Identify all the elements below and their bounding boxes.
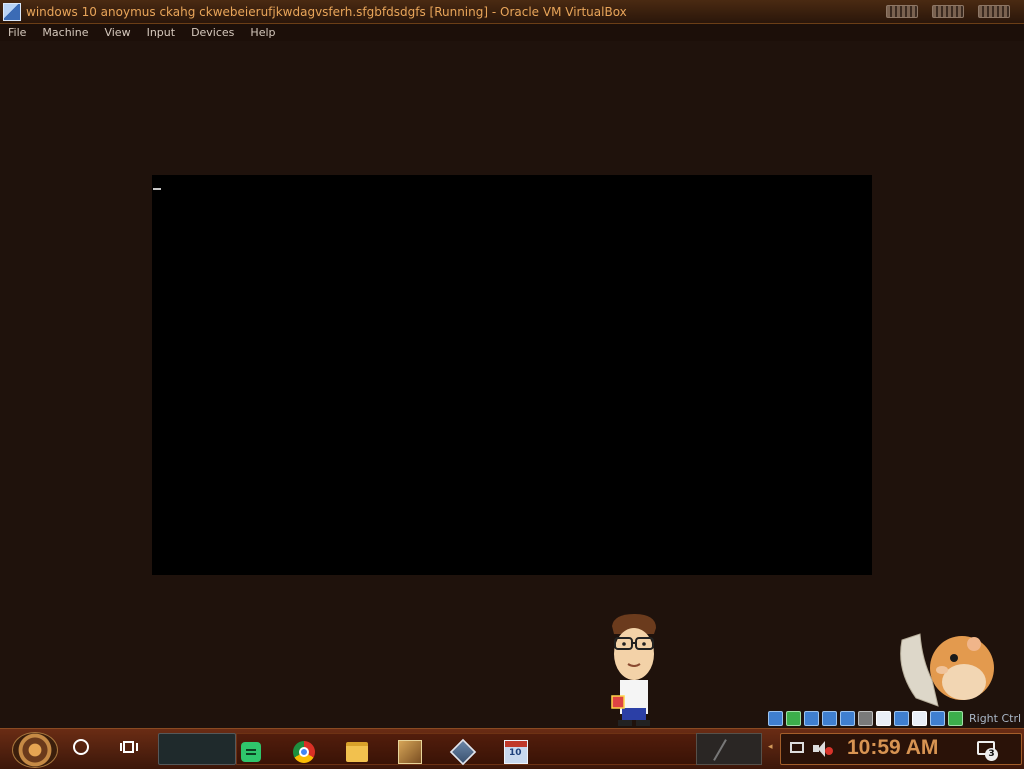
menu-view[interactable]: View (96, 26, 138, 39)
close-button[interactable] (978, 5, 1010, 18)
network-adapter-icon[interactable] (822, 710, 837, 726)
window-controls (886, 5, 1010, 18)
usb-icon[interactable] (840, 710, 855, 726)
taskbar-empty-slot (158, 733, 236, 765)
file-explorer-icon[interactable] (345, 740, 369, 764)
cartoon-man-mascot (611, 614, 656, 726)
hamster-mascot (900, 633, 994, 707)
taskbar-clock[interactable]: 10:59 AM (847, 736, 938, 760)
keyboard-capture-icon[interactable] (948, 710, 963, 726)
menu-file[interactable]: File (0, 26, 34, 39)
menu-machine[interactable]: Machine (34, 26, 96, 39)
virtualization-icon[interactable] (912, 710, 927, 726)
hard-disk-icon[interactable] (768, 710, 783, 726)
taskbar: ◂ 10:59 AM 3 (0, 728, 1024, 769)
window-titlebar[interactable]: windows 10 anoymus ckahg ckwebeierufjkwd… (0, 0, 1024, 24)
minimize-button[interactable] (886, 5, 918, 18)
search-icon[interactable] (73, 739, 89, 755)
host-key-label: Right Ctrl (969, 711, 1022, 725)
display-icon[interactable] (876, 710, 891, 726)
calendar-icon[interactable] (504, 740, 528, 764)
menu-input[interactable]: Input (139, 26, 183, 39)
tray-expand-icon[interactable]: ◂ (768, 743, 776, 752)
notification-count-badge: 3 (985, 748, 998, 761)
taskbar-right-slot (696, 733, 762, 765)
start-button[interactable] (12, 732, 58, 768)
chrome-icon[interactable] (292, 740, 316, 764)
notes-icon[interactable] (239, 740, 263, 764)
network-icon[interactable] (790, 742, 804, 753)
mouse-integration-icon[interactable] (930, 710, 945, 726)
box-app-icon[interactable] (398, 740, 422, 764)
virtualbox-icon[interactable] (449, 738, 477, 766)
system-tray: 10:59 AM 3 (780, 733, 1022, 765)
menu-devices[interactable]: Devices (183, 26, 242, 39)
maximize-button[interactable] (932, 5, 964, 18)
text-cursor (153, 188, 161, 190)
taskbar-app-strip (236, 733, 698, 766)
video-capture-icon[interactable] (894, 710, 909, 726)
menu-help[interactable]: Help (242, 26, 283, 39)
window-title: windows 10 anoymus ckahg ckwebeierufjkwd… (26, 4, 627, 19)
audio-icon[interactable] (804, 710, 819, 726)
vm-guest-display[interactable] (152, 175, 872, 575)
volume-muted-icon[interactable] (813, 741, 833, 757)
optical-drive-icon[interactable] (786, 710, 801, 726)
shared-folders-icon[interactable] (858, 710, 873, 726)
vm-status-bar: Right Ctrl (768, 709, 1021, 727)
virtualbox-app-icon (3, 2, 21, 21)
task-view-icon[interactable] (120, 740, 140, 756)
menu-bar: File Machine View Input Devices Help (0, 24, 1024, 41)
